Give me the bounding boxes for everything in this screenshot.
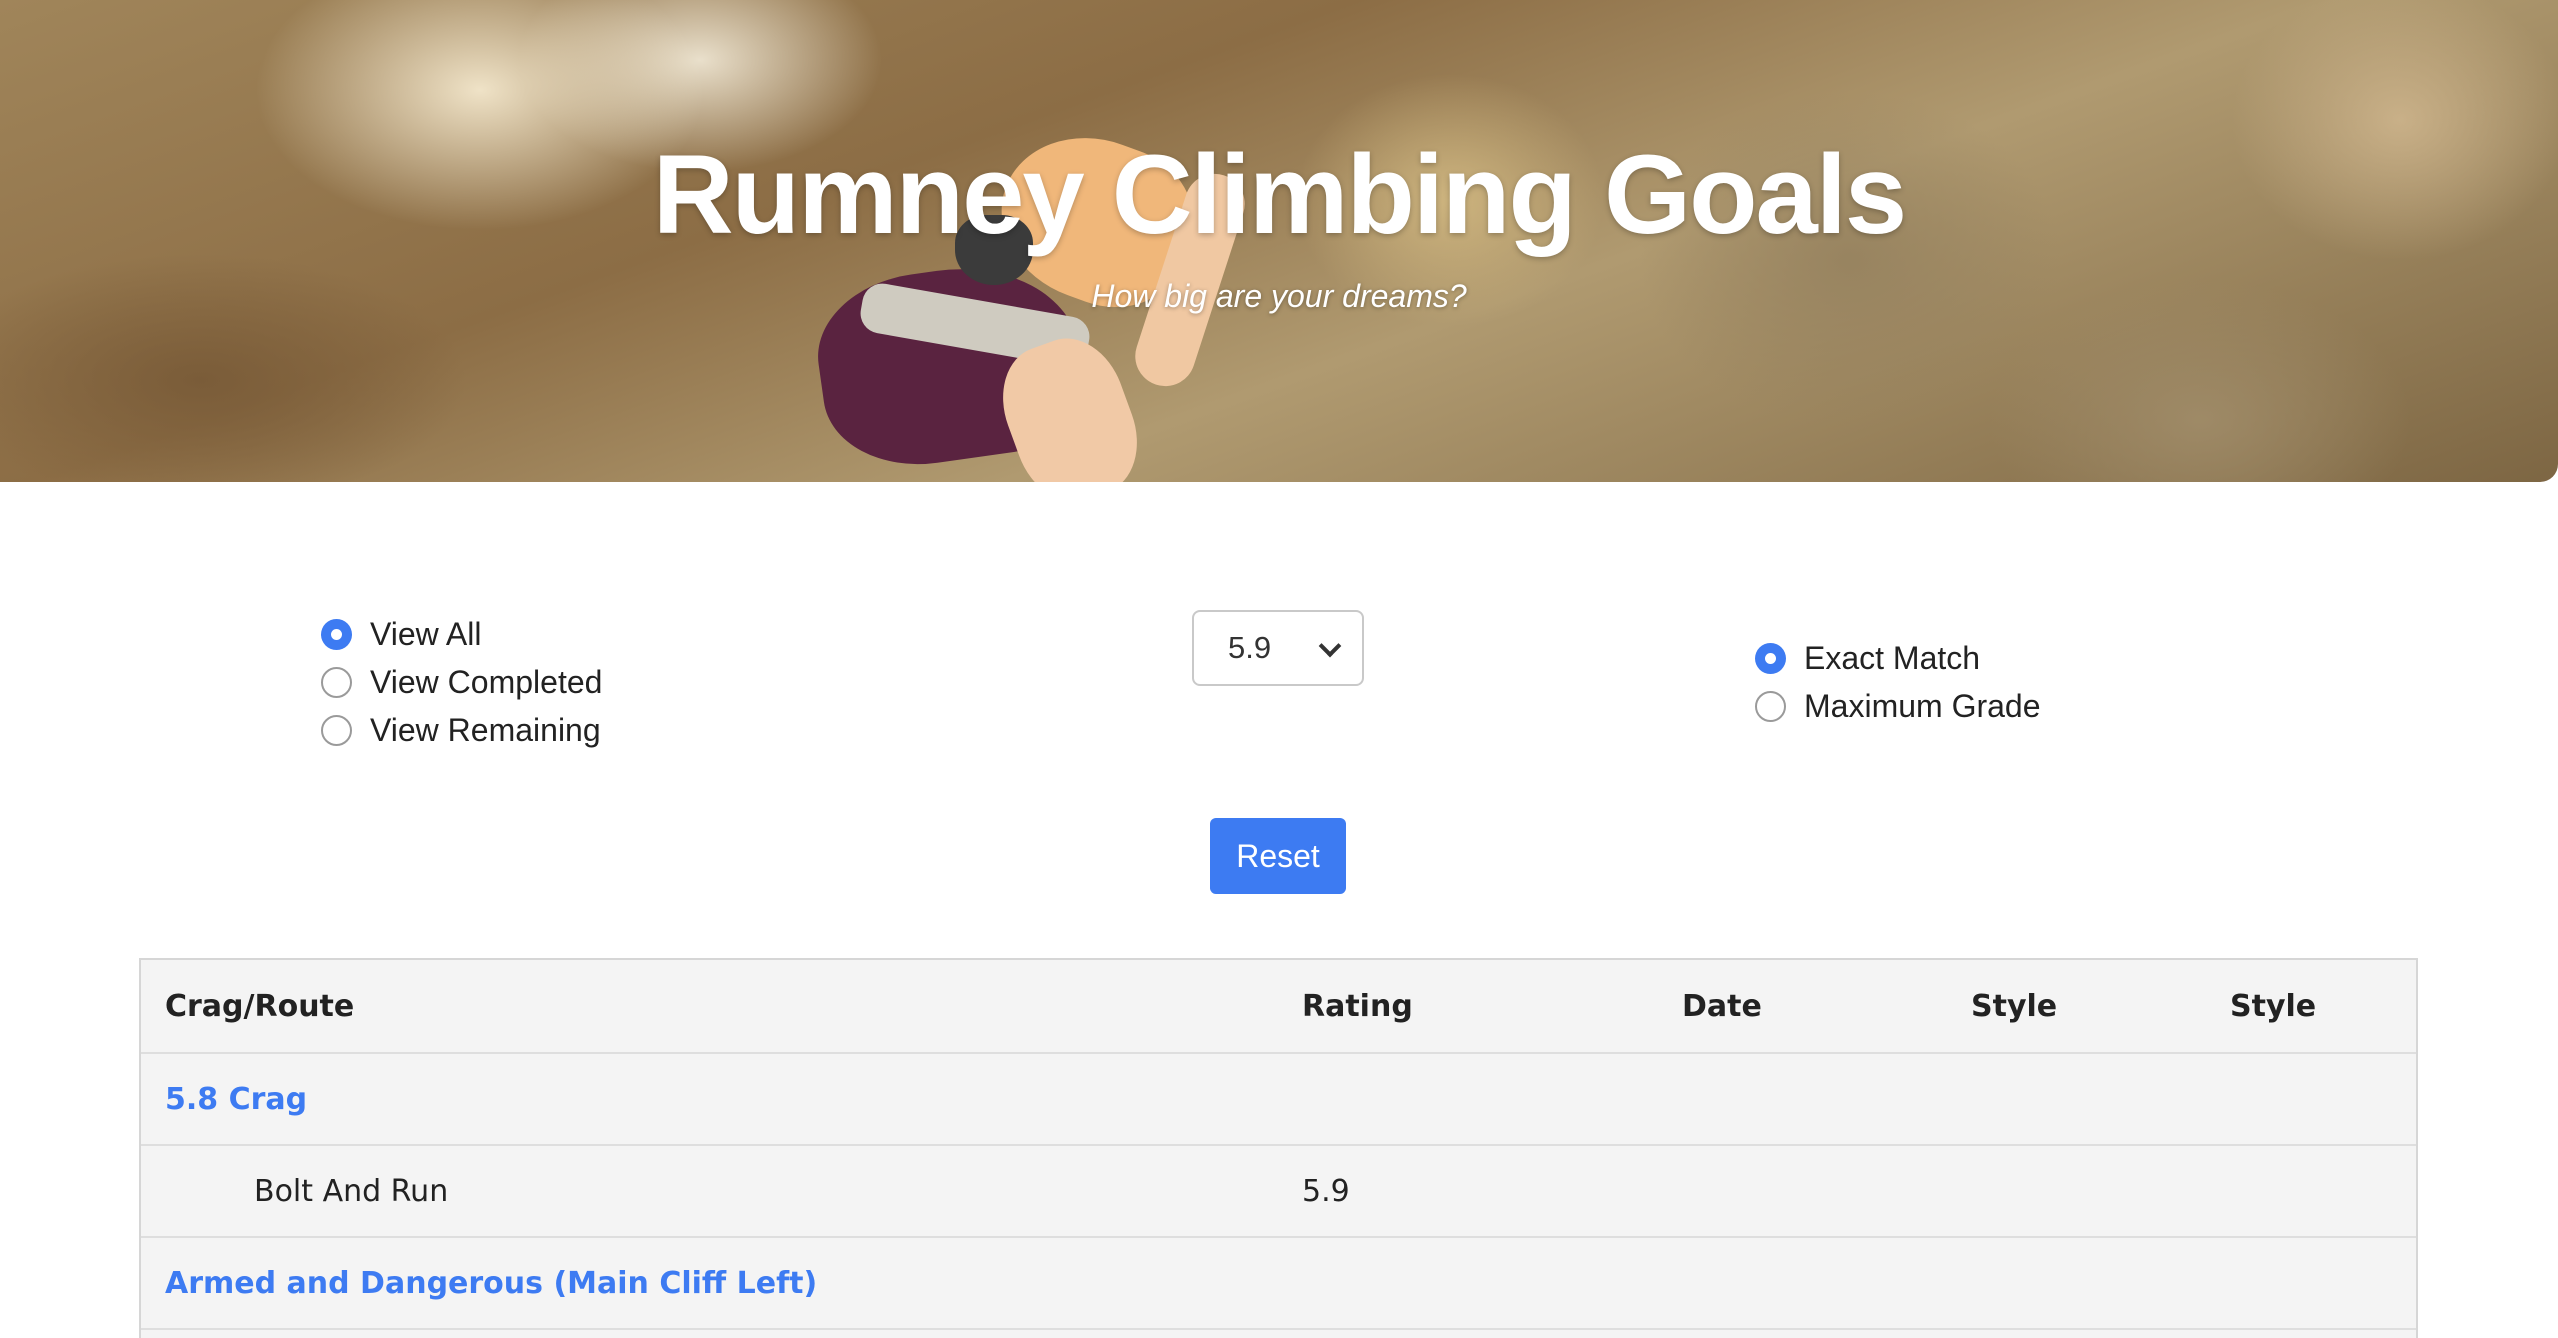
radio-button[interactable]: [321, 666, 352, 698]
radio-label: View All: [370, 615, 482, 652]
grade-select-value: 5.9: [1228, 630, 1272, 665]
radio-view-all[interactable]: View All: [321, 610, 602, 658]
page-title: Rumney Climbing Goals: [652, 132, 1907, 257]
route-name: Bolt And Run: [254, 1173, 449, 1209]
crag-link[interactable]: 5.8 Crag: [165, 1054, 307, 1144]
radio-view-remaining[interactable]: View Remaining: [321, 706, 602, 754]
header-date[interactable]: Date: [1682, 960, 1762, 1052]
radio-button[interactable]: [1755, 642, 1786, 674]
radio-label: View Remaining: [370, 711, 601, 748]
radio-label: Maximum Grade: [1804, 687, 2041, 724]
header-style[interactable]: Style: [1971, 960, 2057, 1052]
radio-label: Exact Match: [1804, 639, 1981, 676]
table-row[interactable]: Bolt And Run 5.9: [141, 1146, 2416, 1238]
radio-button[interactable]: [321, 714, 352, 746]
radio-label: View Completed: [370, 663, 603, 700]
radio-maximum-grade[interactable]: Maximum Grade: [1755, 682, 2041, 730]
radio-button[interactable]: [321, 618, 352, 650]
grade-select[interactable]: 5.9: [1192, 610, 1364, 686]
table-row-crag: 5.8 Crag: [141, 1054, 2416, 1146]
routes-table: Crag/Route Rating Date Style Style 5.8 C…: [139, 958, 2418, 1338]
radio-button[interactable]: [1755, 690, 1786, 722]
crag-link[interactable]: Armed and Dangerous (Main Cliff Left): [165, 1238, 817, 1328]
table-row-crag: Armed and Dangerous (Main Cliff Left): [141, 1238, 2416, 1330]
reset-button[interactable]: Reset: [1210, 818, 1346, 894]
header-style-2[interactable]: Style: [2230, 960, 2316, 1052]
radio-view-completed[interactable]: View Completed: [321, 658, 602, 706]
table-header-row: Crag/Route Rating Date Style Style: [141, 960, 2416, 1054]
page-subtitle: How big are your dreams?: [1091, 278, 1467, 314]
match-filter-group: Exact Match Maximum Grade: [1755, 634, 2041, 730]
header-crag-route[interactable]: Crag/Route: [165, 960, 354, 1052]
header-rating[interactable]: Rating: [1302, 960, 1413, 1052]
chevron-down-icon: [1318, 634, 1342, 658]
hero-banner: Rumney Climbing Goals How big are your d…: [0, 0, 2558, 482]
view-filter-group: View All View Completed View Remaining: [321, 610, 602, 754]
route-rating: 5.9: [1302, 1173, 1350, 1209]
radio-exact-match[interactable]: Exact Match: [1755, 634, 2041, 682]
